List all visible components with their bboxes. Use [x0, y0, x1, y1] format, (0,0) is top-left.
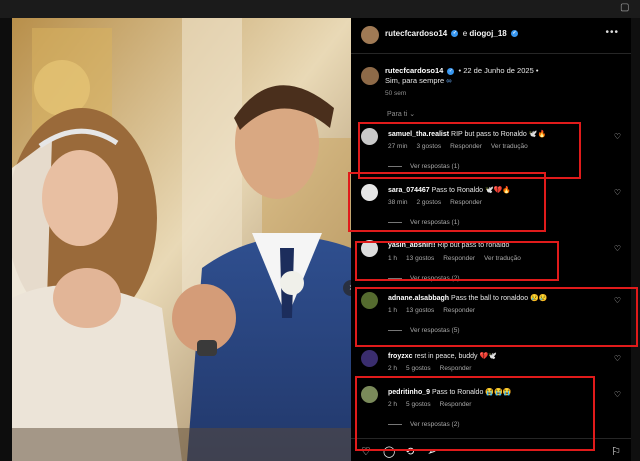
infinity-emoji: ∞ [446, 76, 452, 85]
comment-avatar[interactable] [361, 350, 378, 367]
caption-date: • 22 de Junho de 2025 • [458, 66, 539, 75]
highlight-box [348, 172, 546, 232]
comment-username[interactable]: froyzxc [388, 353, 413, 360]
chevron-down-icon: ⌄ [409, 111, 416, 118]
verified-badge-icon: ✓ [510, 30, 518, 38]
caption-header: rutecfcardoso14 ✓ • 22 de Junho de 2025 … [385, 66, 538, 75]
caption-age: 50 sem [385, 90, 407, 97]
comment-item: froyzxc rest in peace, buddy 💔🕊️ 2 h 5 go… [351, 348, 631, 378]
connector-text: e [462, 29, 468, 38]
caption-username[interactable]: rutecfcardoso14 [385, 66, 443, 75]
comment-time: 2 h [388, 365, 398, 372]
highlight-box [355, 376, 595, 451]
highlight-box [355, 241, 559, 281]
reply-button[interactable]: Responder [440, 365, 472, 372]
verified-badge-icon: ✓ [451, 30, 459, 38]
window-control-icon[interactable]: ▢ [620, 2, 634, 14]
post-header: rutecfcardoso14 ✓ e diogoj_18 ✓ ••• [351, 18, 631, 54]
highlight-box [358, 122, 581, 179]
caption-text: Sim, para sempre ∞ [385, 76, 452, 85]
more-options-icon[interactable]: ••• [605, 27, 619, 38]
verified-badge-icon: ✓ [447, 67, 455, 75]
comment-text: rest in peace, buddy [414, 353, 478, 360]
wedding-photo-illustration [12, 18, 351, 461]
author-username-2[interactable]: diogoj_18 [469, 29, 506, 38]
author-username-1[interactable]: rutecfcardoso14 [385, 29, 447, 38]
caption-avatar[interactable] [361, 67, 379, 85]
heart-icon[interactable]: ♡ [614, 188, 621, 197]
sort-label: Para ti [387, 111, 408, 118]
heart-icon[interactable]: ♡ [614, 390, 621, 399]
post-photo[interactable]: › [12, 18, 351, 461]
caption-body: Sim, para sempre [385, 76, 445, 85]
author-avatar[interactable] [361, 26, 379, 44]
bookmark-icon[interactable]: ⚐ [611, 445, 621, 458]
right-edge-strip [631, 18, 640, 461]
browser-top-bar: ▢ [0, 0, 640, 18]
author-names: rutecfcardoso14 ✓ e diogoj_18 ✓ [385, 29, 520, 38]
comment-likes[interactable]: 5 gostos [406, 365, 431, 372]
left-margin [0, 18, 12, 461]
heart-icon[interactable]: ♡ [614, 132, 621, 141]
heart-icon[interactable]: ♡ [614, 354, 621, 363]
highlight-box [355, 287, 638, 347]
comment-sort-dropdown[interactable]: Para ti ⌄ [387, 110, 415, 118]
heart-icon[interactable]: ♡ [614, 244, 621, 253]
comment-emoji: 💔🕊️ [479, 353, 497, 360]
